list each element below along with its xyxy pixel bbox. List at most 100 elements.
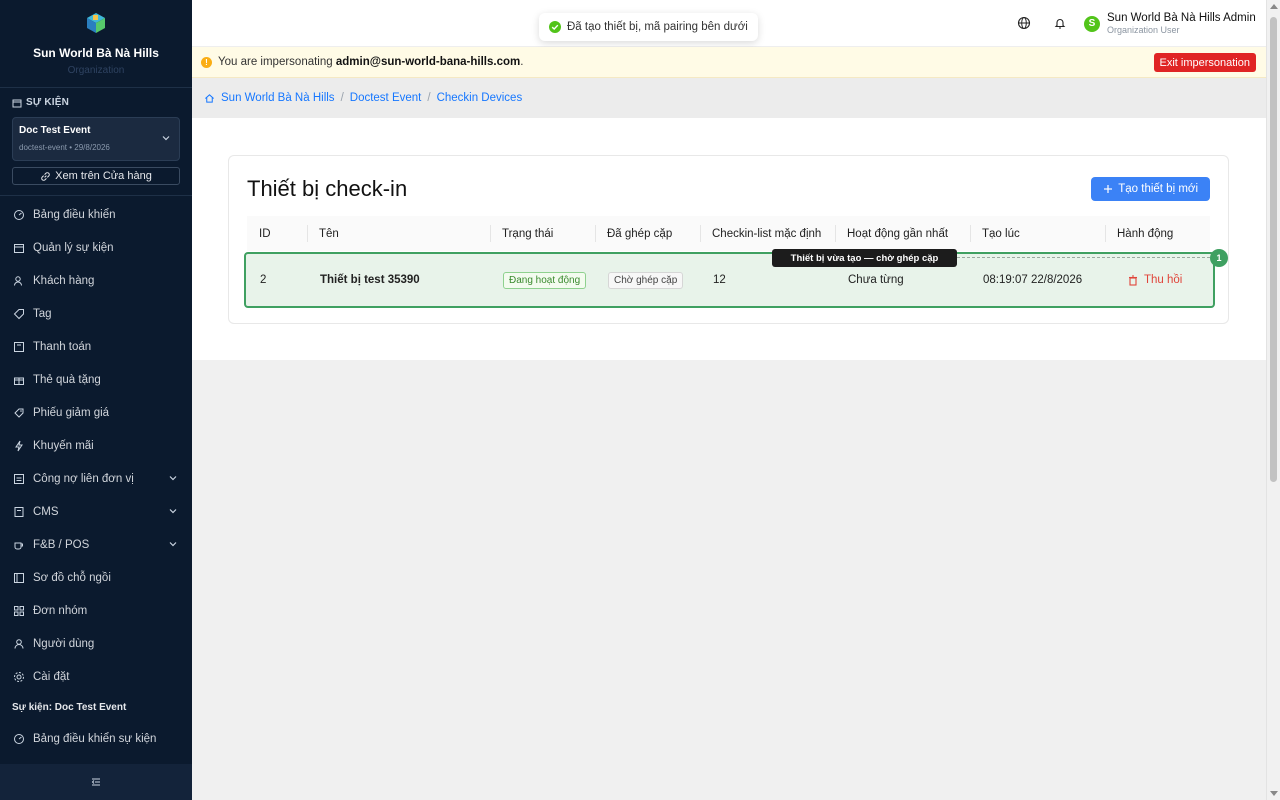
impersonation-banner: ! You are impersonating admin@sun-world-… [192, 47, 1266, 78]
bell-icon[interactable] [1053, 16, 1067, 30]
globe-icon[interactable] [1017, 16, 1031, 30]
cell-created-at: 08:19:07 22/8/2026 [983, 274, 1083, 286]
link-icon [41, 171, 50, 181]
table-row[interactable]: 2 Thiết bị test 35390 Đang hoạt động Chờ… [244, 252, 1215, 308]
dashboard-icon [12, 732, 26, 746]
breadcrumb: Sun World Bà Nà Hills / Doctest Event / … [192, 78, 1266, 118]
event-select-title: Doc Test Event [19, 125, 91, 136]
main-content: Thiết bị check-in Tạo thiết bị mới ID Tê… [192, 118, 1266, 360]
trash-icon [1129, 275, 1137, 286]
chevron-down-icon [169, 542, 177, 547]
coffee-icon [12, 538, 26, 552]
sidebar: Sun World Bà Nà Hills Organization SỰ KI… [0, 0, 192, 800]
lightning-icon [12, 439, 26, 453]
cube-logo-icon [87, 13, 105, 33]
coupon-icon [12, 406, 26, 420]
col-id: ID [259, 227, 271, 240]
payment-icon [12, 340, 26, 354]
col-created-at: Tạo lúc [970, 216, 1020, 251]
sidebar-item-group-orders[interactable]: Đơn nhóm [0, 594, 192, 627]
sidebar-item-cms[interactable]: CMS [0, 495, 192, 528]
cell-actions: Thu hồi [1128, 254, 1182, 306]
status-badge: Đang hoạt động [503, 271, 587, 289]
calendar-icon [12, 99, 22, 107]
revoke-button[interactable]: Thu hồi [1128, 274, 1182, 286]
brand-name: Sun World Bà Nà Hills [33, 46, 159, 60]
col-name: Tên [307, 216, 339, 251]
sidebar-item-fnb-pos[interactable]: F&B / POS [0, 528, 192, 561]
menu-fold-icon [91, 778, 100, 786]
user-menu[interactable]: S Sun World Bà Nà Hills Admin Organizati… [1084, 12, 1256, 35]
sidebar-item-dashboard[interactable]: Bảng điều khiển [0, 198, 192, 231]
chevron-down-icon [169, 476, 177, 481]
gear-icon [12, 670, 26, 684]
user-icon [12, 637, 26, 651]
success-toast: Đã tạo thiết bị, mã pairing bên dưới [539, 13, 758, 41]
col-last-activity: Hoạt động gần nhất [835, 216, 948, 251]
sidebar-item-tag[interactable]: Tag [0, 297, 192, 330]
scroll-thumb[interactable] [1270, 17, 1277, 482]
sidebar-item-users[interactable]: Người dùng [0, 627, 192, 660]
col-paired: Đã ghép cặp [595, 216, 672, 251]
gift-icon [12, 373, 26, 387]
document-icon [12, 505, 26, 519]
exit-impersonation-button[interactable]: Exit impersonation [1153, 53, 1256, 72]
cell-status: Đang hoạt động [503, 254, 587, 306]
impersonation-prefix: You are impersonating [218, 56, 333, 68]
impersonation-email: admin@sun-world-bana-hills.com [335, 56, 521, 68]
sidebar-item-event-dashboard[interactable]: Bảng điều khiển sự kiện [0, 722, 192, 755]
breadcrumb-event[interactable]: Doctest Event [350, 92, 422, 104]
sidebar-item-coupons[interactable]: Phiếu giảm giá [0, 396, 192, 429]
grid-icon [12, 604, 26, 618]
chevron-down-icon [162, 136, 170, 141]
view-store-button[interactable]: Xem trên Cửa hàng [12, 167, 180, 185]
avatar: S [1084, 15, 1100, 32]
sidebar-nav: Bảng điều khiển Quản lý sự kiện Khách hà… [0, 198, 192, 693]
sidebar-item-settings[interactable]: Cài đặt [0, 660, 192, 693]
sidebar-item-events[interactable]: Quản lý sự kiện [0, 231, 192, 264]
sidebar-item-seat-map[interactable]: Sơ đồ chỗ ngồi [0, 561, 192, 594]
annotation-tooltip: Thiết bị vừa tạo — chờ ghép cặp [772, 249, 957, 267]
devices-card: Thiết bị check-in Tạo thiết bị mới ID Tê… [228, 155, 1229, 324]
tag-icon [12, 307, 26, 321]
collapse-sidebar-button[interactable] [0, 764, 192, 800]
cell-name: Thiết bị test 35390 [320, 274, 420, 286]
cell-id: 2 [260, 274, 267, 286]
user-role: Organization User [1107, 25, 1180, 35]
page-scrollbar[interactable] [1266, 0, 1280, 800]
scroll-up-icon[interactable] [1270, 4, 1278, 9]
event-select[interactable]: Doc Test Event doctest-event • 29/8/2026 [12, 117, 180, 161]
col-actions: Hành động [1105, 216, 1173, 251]
pairing-badge: Chờ ghép cặp [608, 271, 684, 289]
cell-checkin-list: 12 [713, 274, 726, 286]
annotation-badge: 1 [1210, 249, 1228, 267]
top-header: Đã tạo thiết bị, mã pairing bên dưới S S… [192, 0, 1266, 47]
sidebar-item-inter-unit-debt[interactable]: Công nợ liên đơn vị [0, 462, 192, 495]
seat-map-icon [12, 571, 26, 585]
sidebar-divider [0, 195, 192, 196]
brand-subtitle: Organization [67, 65, 125, 76]
users-icon [12, 274, 26, 288]
user-name: Sun World Bà Nà Hills Admin [1107, 12, 1256, 24]
col-checkin-list: Checkin-list mặc định [700, 216, 821, 251]
breadcrumb-checkin-devices[interactable]: Checkin Devices [437, 92, 523, 104]
brand: Sun World Bà Nà Hills Organization [0, 0, 192, 88]
sidebar-item-gift-cards[interactable]: Thẻ quà tặng [0, 363, 192, 396]
chevron-down-icon [169, 509, 177, 514]
sidebar-item-payments[interactable]: Thanh toán [0, 330, 192, 363]
cell-paired: Chờ ghép cặp [608, 254, 684, 306]
calendar-icon [12, 241, 26, 255]
scroll-down-icon[interactable] [1270, 791, 1278, 796]
table-header: ID Tên Trạng thái Đã ghép cặp Checkin-li… [247, 216, 1210, 251]
page-title: Thiết bị check-in [247, 176, 408, 201]
sidebar-item-promotions[interactable]: Khuyến mãi [0, 429, 192, 462]
dashboard-icon [12, 208, 26, 222]
col-status: Trạng thái [490, 216, 553, 251]
create-device-button[interactable]: Tạo thiết bị mới [1091, 177, 1210, 201]
event-section-label: SỰ KIỆN [12, 97, 69, 108]
home-icon[interactable] [204, 93, 215, 104]
sidebar-item-customers[interactable]: Khách hàng [0, 264, 192, 297]
annotation-connector [957, 257, 1210, 258]
check-circle-icon [549, 21, 561, 33]
breadcrumb-org[interactable]: Sun World Bà Nà Hills [221, 92, 335, 104]
